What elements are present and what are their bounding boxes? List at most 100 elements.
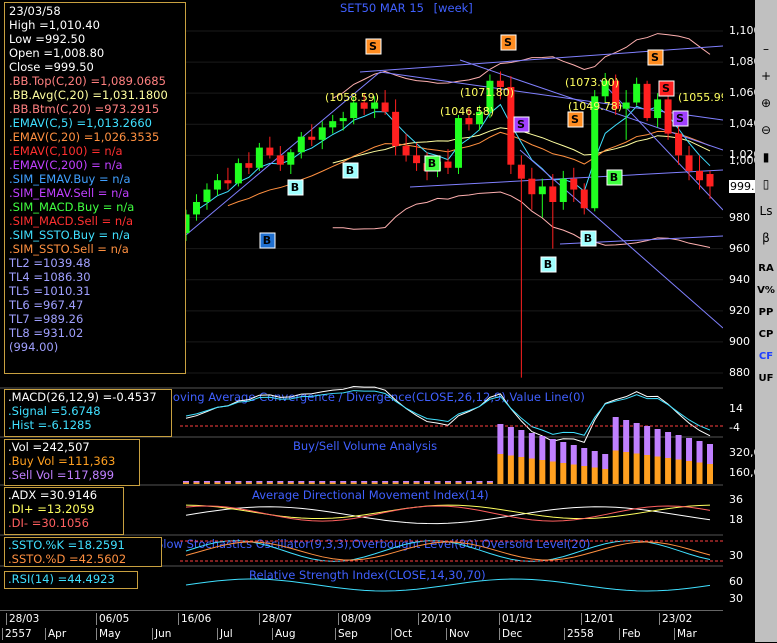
buy-volume-bar bbox=[591, 467, 598, 484]
tool-ra[interactable]: RA bbox=[755, 263, 777, 274]
sell-volume-bar bbox=[455, 481, 462, 483]
candle-body[interactable] bbox=[654, 99, 662, 119]
indicator-value-line: High =1,010.40 bbox=[9, 18, 100, 32]
candle-body[interactable] bbox=[234, 163, 242, 184]
tool-cp[interactable]: CP bbox=[755, 329, 777, 340]
tool-uf[interactable]: UF bbox=[755, 373, 777, 384]
time-axis: 28/03 06/05 16/06 28/07 08/09 20/10 01/12 12/01… bbox=[0, 610, 723, 643]
candle-body[interactable] bbox=[413, 155, 421, 164]
candle-body[interactable] bbox=[402, 146, 410, 156]
minus-icon[interactable]: – bbox=[757, 40, 775, 58]
candle-body[interactable] bbox=[570, 178, 578, 190]
sell-volume-bar bbox=[465, 481, 472, 483]
candle-body[interactable] bbox=[528, 178, 536, 195]
candle-body[interactable] bbox=[538, 186, 546, 195]
date-label: 06/05 bbox=[96, 613, 129, 625]
candlestick-icon[interactable]: ▯ bbox=[757, 175, 775, 193]
month-label: Apr bbox=[45, 628, 66, 640]
signal-letter: B bbox=[428, 157, 436, 170]
candle-body[interactable] bbox=[339, 118, 347, 122]
ssto-axis-label: 30 bbox=[729, 549, 743, 562]
candle-body[interactable] bbox=[675, 133, 683, 156]
candle-body[interactable] bbox=[224, 180, 232, 184]
signal-letter: S bbox=[571, 113, 579, 126]
sell-volume-bar bbox=[319, 481, 326, 483]
candle-body[interactable] bbox=[591, 96, 599, 209]
candle-body[interactable] bbox=[696, 170, 704, 181]
rsi-title: Relative Strength Index(CLOSE,14,30,70) bbox=[249, 568, 486, 582]
buy-volume-bar bbox=[602, 469, 609, 484]
trend-line[interactable] bbox=[359, 45, 723, 73]
beta-icon[interactable]: β bbox=[757, 229, 775, 247]
candle-body[interactable] bbox=[276, 155, 284, 165]
candle-body[interactable] bbox=[381, 102, 389, 112]
candle-body[interactable] bbox=[350, 102, 358, 119]
month-label: Sep bbox=[335, 628, 358, 640]
candle-body[interactable] bbox=[685, 155, 693, 171]
tool-pp[interactable]: PP bbox=[755, 307, 777, 318]
tool-cf[interactable]: CF bbox=[755, 351, 777, 362]
sell-volume-bar bbox=[256, 481, 263, 483]
buy-volume-bar bbox=[193, 482, 200, 484]
candle-body[interactable] bbox=[392, 111, 400, 147]
candle-body[interactable] bbox=[517, 164, 525, 179]
ls-icon[interactable]: Ls bbox=[757, 202, 775, 220]
candle-body[interactable] bbox=[245, 163, 253, 168]
buy-volume-bar bbox=[696, 462, 703, 484]
tool-vpct[interactable]: V% bbox=[755, 285, 777, 296]
candle-body[interactable] bbox=[633, 83, 641, 103]
indicator-value-line: TL2 =1039.48 bbox=[9, 256, 91, 270]
candle-body[interactable] bbox=[297, 136, 305, 153]
candle-body[interactable] bbox=[444, 161, 452, 168]
sell-volume-bar bbox=[591, 451, 598, 468]
candle-body[interactable] bbox=[454, 118, 462, 168]
bar-chart-icon[interactable]: ▮ bbox=[757, 148, 775, 166]
zoom-in-icon[interactable]: ⊕ bbox=[757, 94, 775, 112]
zoom-out-icon[interactable]: ⊖ bbox=[757, 121, 775, 139]
candle-body[interactable] bbox=[549, 186, 557, 202]
adx-value-line: .DI+ =13.2059 bbox=[8, 502, 95, 516]
candle-body[interactable] bbox=[465, 118, 473, 125]
bollinger-top-line bbox=[332, 33, 711, 99]
rsi-values-box: .RSI(14) =44.4923 bbox=[4, 571, 138, 589]
candle-body[interactable] bbox=[643, 83, 651, 119]
month-label: Mar bbox=[674, 628, 697, 640]
candle-body[interactable] bbox=[308, 136, 316, 140]
chart-title: SET50 MAR 15 [week] bbox=[340, 1, 473, 15]
candle-body[interactable] bbox=[192, 202, 200, 215]
rsi-axis-label: 60 bbox=[729, 575, 743, 588]
candle-body[interactable] bbox=[287, 152, 295, 165]
indicator-value-line: .EMAV(C,100) = n/a bbox=[9, 144, 123, 158]
buy-volume-bar bbox=[329, 482, 336, 484]
sell-volume-bar bbox=[644, 426, 651, 455]
macd-values-box: .MACD(26,12,9) =-0.4537 .Signal =5.6748 .H… bbox=[4, 389, 172, 437]
signal-letter: S bbox=[651, 51, 659, 64]
sell-volume-bar bbox=[549, 439, 556, 462]
sell-volume-bar bbox=[665, 432, 672, 458]
candle-body[interactable] bbox=[255, 147, 263, 168]
sell-volume-bar bbox=[696, 441, 703, 463]
indicator-value-line: 23/03/58 bbox=[9, 4, 61, 18]
price-axis-label: 960 bbox=[729, 241, 750, 255]
sell-volume-bar bbox=[654, 429, 661, 457]
candle-body[interactable] bbox=[213, 180, 221, 190]
ssto-values-box: .SSTO.%K =18.2591 .SSTO.%D =42.5602 bbox=[4, 537, 162, 567]
sell-volume-bar bbox=[528, 433, 535, 459]
buy-volume-bar bbox=[528, 458, 535, 484]
candle-body[interactable] bbox=[203, 189, 211, 202]
sell-volume-bar bbox=[329, 481, 336, 483]
candle-body[interactable] bbox=[706, 174, 714, 187]
candle-body[interactable] bbox=[318, 127, 326, 140]
candle-body[interactable] bbox=[664, 99, 672, 134]
buy-volume-bar bbox=[707, 464, 713, 484]
candle-body[interactable] bbox=[559, 178, 567, 202]
candle-body[interactable] bbox=[622, 102, 630, 109]
candle-body[interactable] bbox=[580, 189, 588, 209]
stock-chart-window: SET50 MAR 15 [week] (1058.59) (1071.80) (1… bbox=[0, 0, 777, 642]
month-label: Jul bbox=[217, 628, 233, 640]
sell-volume-bar bbox=[392, 481, 399, 483]
candle-body[interactable] bbox=[266, 147, 274, 156]
plus-icon[interactable]: + bbox=[757, 67, 775, 85]
buy-volume-bar bbox=[361, 482, 368, 484]
candle-body[interactable] bbox=[329, 121, 337, 128]
